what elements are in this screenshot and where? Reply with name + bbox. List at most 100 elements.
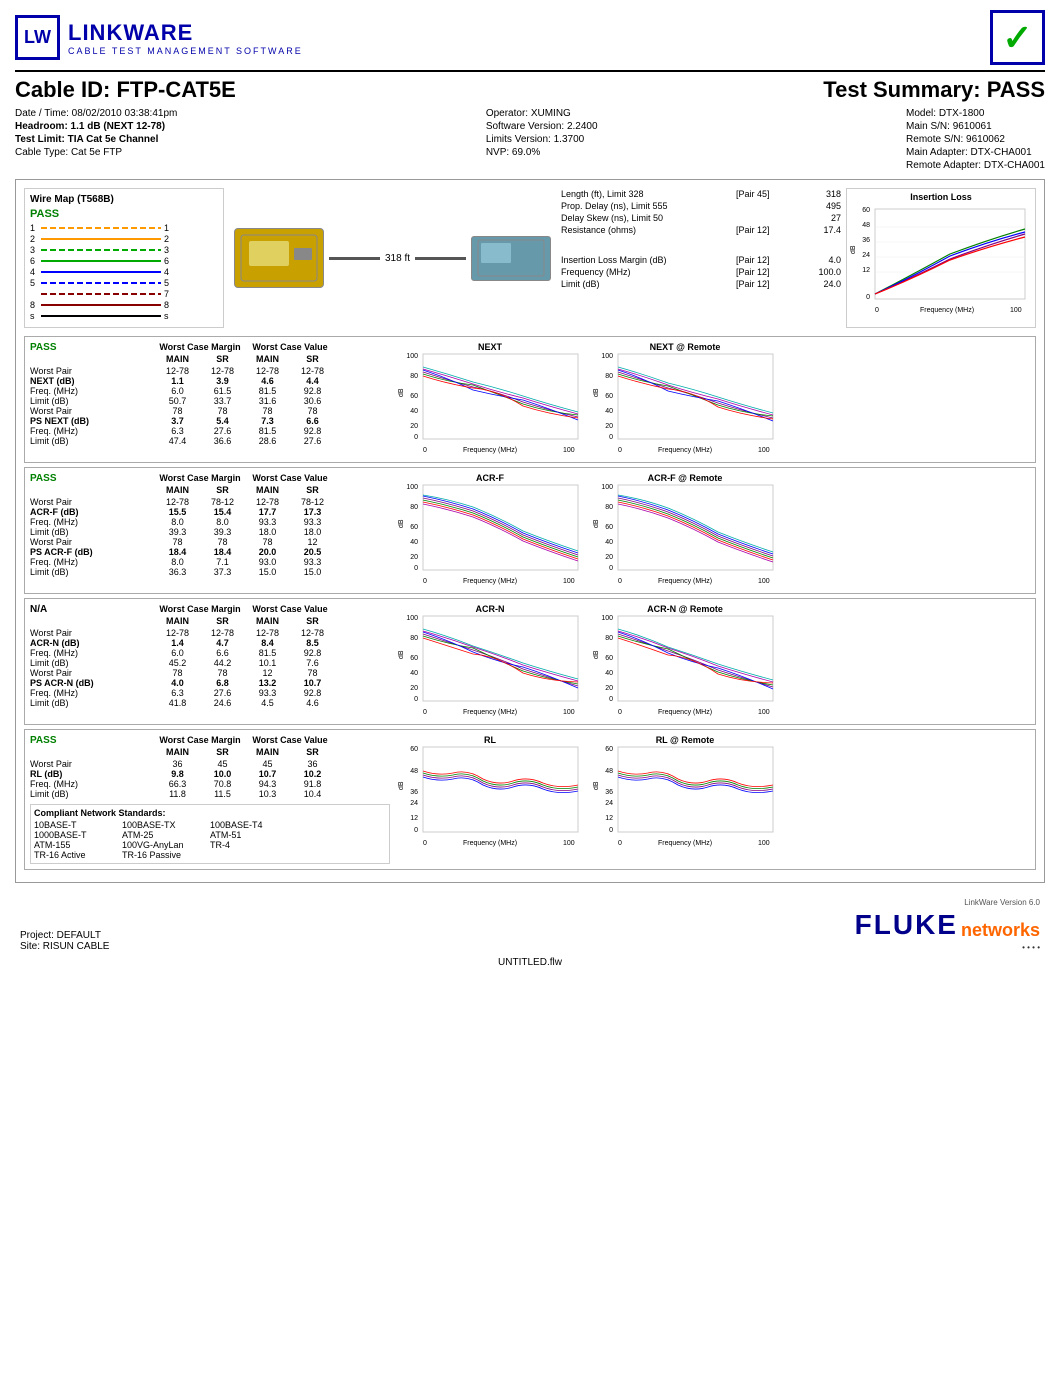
acrf-r2-l: ACR-F (dB) (30, 507, 155, 517)
acrn-r6-s: 6.8 (200, 678, 245, 688)
svg-text:100: 100 (563, 447, 575, 454)
acrf-r8-m2: 15.0 (245, 567, 290, 577)
wire-label-6l: 6 (30, 256, 38, 266)
rl-row-3: Freq. (MHz) 66.3 70.8 94.3 91.8 (30, 779, 390, 789)
next-r1-label: Worst Pair (30, 366, 155, 376)
svg-text:100: 100 (758, 840, 770, 847)
acrf-r4-l: Limit (dB) (30, 527, 155, 537)
meas-il-section: Length (ft), Limit 328 [Pair 45] 318 Pro… (561, 188, 1036, 328)
meas-row-2: Prop. Delay (ns), Limit 555 495 (561, 200, 841, 212)
project: Project: DEFAULT (20, 930, 109, 941)
wire-label-1r: 1 (164, 223, 172, 233)
acrf-r2-s2: 17.3 (290, 507, 335, 517)
acrn-main-h2: MAIN (245, 616, 290, 626)
next-row-5: Worst Pair 78 78 78 78 (30, 406, 390, 416)
acrn-r7-m: 6.3 (155, 688, 200, 698)
next-r5-m: 78 (155, 406, 200, 416)
acrn-chart-remote-title: ACR-N @ Remote (647, 604, 723, 614)
acrf-r3-l: Freq. (MHz) (30, 517, 155, 527)
next-chart-remote-title: NEXT @ Remote (650, 342, 721, 352)
next-r3-label: Freq. (MHz) (30, 386, 155, 396)
svg-text:0: 0 (423, 578, 427, 585)
next-r1-m: 12-78 (155, 366, 200, 376)
meas-row-4: Resistance (ohms) [Pair 12] 17.4 (561, 224, 841, 236)
acrf-r5-m: 78 (155, 537, 200, 547)
acrf-chart-main: ACR-F 100 80 60 40 20 0 dB 0 100 (395, 473, 585, 588)
meas-val-2: 495 (796, 201, 841, 211)
acrn-r4-s: 44.2 (200, 658, 245, 668)
operator: Operator: XUMING (486, 108, 598, 119)
acrn-svg-main: 100 80 60 40 20 0 dB 0 100 Frequency (MH… (398, 614, 583, 719)
next-r8-m: 47.4 (155, 436, 200, 446)
next-row-6: PS NEXT (dB) 3.7 5.4 7.3 6.6 (30, 416, 390, 426)
cable-type: Cable Type: Cat 5e FTP (15, 147, 177, 158)
acrn-sub-headers: MAIN SR MAIN SR (30, 616, 390, 626)
std-14: TR-16 Passive (122, 850, 210, 860)
svg-text:48: 48 (605, 768, 613, 775)
next-sub-headers: MAIN SR MAIN SR (30, 354, 390, 364)
rl-row-4: Limit (dB) 11.8 11.5 10.3 10.4 (30, 789, 390, 799)
svg-text:24: 24 (410, 800, 418, 807)
meas-row-5: Insertion Loss Margin (dB) [Pair 12] 4.0 (561, 254, 841, 266)
acrn-r7-s2: 92.8 (290, 688, 335, 698)
rl-sub-headers: MAIN SR MAIN SR (30, 747, 390, 757)
cable-line (329, 257, 380, 260)
acrf-r2-m2: 17.7 (245, 507, 290, 517)
acrn-r2-m: 1.4 (155, 638, 200, 648)
next-r7-label: Freq. (MHz) (30, 426, 155, 436)
next-svg-remote: 100 80 60 40 20 0 dB 0 100 Frequency (MH… (593, 352, 778, 457)
fluke-dots: • • • • (1022, 943, 1040, 952)
next-main-h: MAIN (155, 354, 200, 364)
std-8 (298, 830, 386, 840)
acrn-r8-m2: 4.5 (245, 698, 290, 708)
acrf-charts-part: ACR-F 100 80 60 40 20 0 dB 0 100 (395, 473, 1030, 588)
svg-text:Frequency (MHz): Frequency (MHz) (463, 447, 517, 454)
rl-svg-remote: 60 48 36 24 12 0 dB 0 100 Frequency (MHz… (593, 745, 778, 850)
svg-text:0: 0 (423, 840, 427, 847)
svg-text:24: 24 (605, 800, 613, 807)
svg-text:100: 100 (758, 709, 770, 716)
acrf-r6-s2: 20.5 (290, 547, 335, 557)
next-r6-s: 5.4 (200, 416, 245, 426)
rl-r3-m2: 94.3 (245, 779, 290, 789)
svg-text:40: 40 (410, 408, 418, 415)
rl-row-2: RL (dB) 9.8 10.0 10.7 10.2 (30, 769, 390, 779)
rl-r3-s2: 91.8 (290, 779, 335, 789)
svg-text:0: 0 (414, 696, 418, 703)
standards-grid: 10BASE-T 100BASE-TX 100BASE-T4 1000BASE-… (34, 820, 386, 860)
rl-r4-m2: 10.3 (245, 789, 290, 799)
std-6: ATM-25 (122, 830, 210, 840)
wire-line-2: 2 2 (30, 234, 218, 244)
rl-r4-l: Limit (dB) (30, 789, 155, 799)
next-row-2: NEXT (dB) 1.1 3.9 4.6 4.4 (30, 376, 390, 386)
rl-table-part: PASS Worst Case Margin Worst Case Value … (30, 735, 390, 864)
acrf-r3-s2: 93.3 (290, 517, 335, 527)
wire-line-1: 1 1 (30, 223, 218, 233)
acrf-r6-s: 18.4 (200, 547, 245, 557)
rl-sr-h: SR (200, 747, 245, 757)
svg-text:dB: dB (850, 245, 857, 254)
top-section: Wire Map (T568B) PASS 1 1 2 2 3 (24, 188, 1036, 328)
svg-text:0: 0 (618, 840, 622, 847)
acrn-row-7: Freq. (MHz) 6.3 27.6 93.3 92.8 (30, 688, 390, 698)
rl-r2-m2: 10.7 (245, 769, 290, 779)
acrn-r7-l: Freq. (MHz) (30, 688, 155, 698)
next-r1-m2: 12-78 (245, 366, 290, 376)
svg-text:60: 60 (410, 524, 418, 531)
acrf-inner: PASS Worst Case Margin Worst Case Value … (30, 473, 1030, 588)
meas-pair-5: [Pair 12] (736, 255, 796, 265)
rl-r3-s: 70.8 (200, 779, 245, 789)
svg-text:Frequency (MHz): Frequency (MHz) (658, 709, 712, 716)
next-r7-m2: 81.5 (245, 426, 290, 436)
acrf-sr-h: SR (200, 485, 245, 495)
test-limit: Test Limit: TIA Cat 5e Channel (15, 134, 177, 145)
acrn-r7-s: 27.6 (200, 688, 245, 698)
rl-r1-m: 36 (155, 759, 200, 769)
headroom: Headroom: 1.1 dB (NEXT 12-78) (15, 121, 177, 132)
svg-text:60: 60 (410, 655, 418, 662)
meas-row-1: Length (ft), Limit 328 [Pair 45] 318 (561, 188, 841, 200)
linkware-ver: LinkWare Version 6.0 (964, 898, 1040, 907)
acrf-r3-s: 8.0 (200, 517, 245, 527)
acrf-r5-s2: 12 (290, 537, 335, 547)
acrn-row-4: Limit (dB) 45.2 44.2 10.1 7.6 (30, 658, 390, 668)
